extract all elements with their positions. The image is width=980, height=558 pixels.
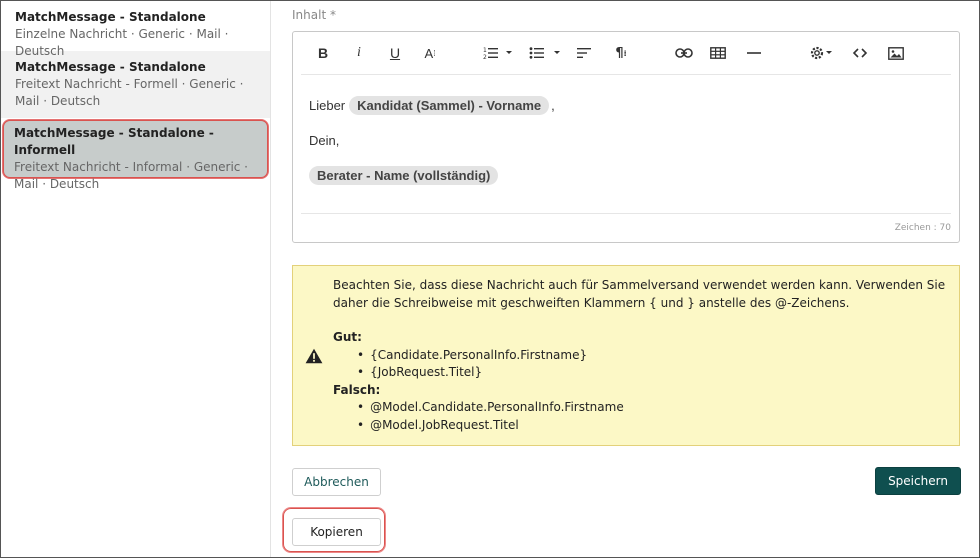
svg-text:2: 2: [483, 54, 487, 60]
list-item: @Model.Candidate.PersonalInfo.Firstname: [357, 399, 953, 417]
app-window: MatchMessage - Standalone Einzelne Nachr…: [0, 0, 980, 558]
underline-icon[interactable]: U: [387, 43, 403, 63]
list-item: {JobRequest.Titel}: [357, 364, 953, 382]
greeting-text: Lieber: [309, 98, 346, 113]
align-icon[interactable]: [577, 43, 593, 63]
list-item: {Candidate.PersonalInfo.Firstname}: [357, 347, 953, 365]
template-item-selected[interactable]: MatchMessage - Standalone - Informell Fr…: [3, 120, 268, 191]
code-view-icon[interactable]: [851, 43, 869, 63]
horizontal-rule-icon[interactable]: [747, 43, 761, 63]
good-label: Gut:: [333, 330, 362, 344]
warning-message: Beachten Sie, dass diese Nachricht auch …: [333, 278, 946, 310]
template-item[interactable]: MatchMessage - Standalone Freitext Nachr…: [1, 51, 270, 118]
ordered-list-icon[interactable]: 12: [483, 43, 513, 63]
warning-icon: [305, 348, 323, 367]
italic-icon[interactable]: i: [353, 43, 365, 63]
cancel-button[interactable]: Abbrechen: [292, 468, 381, 496]
placeholder-tag[interactable]: Kandidat (Sammel) - Vorname: [349, 96, 550, 115]
editor-toolbar: B i U A ⁞ 12 ¶ ⁞: [301, 32, 951, 75]
char-count: Zeichen : 70: [894, 223, 951, 233]
template-list: MatchMessage - Standalone Einzelne Nachr…: [1, 1, 271, 557]
bad-examples: @Model.Candidate.PersonalInfo.Firstname …: [333, 399, 953, 434]
bold-icon[interactable]: B: [315, 43, 331, 63]
warning-text: Beachten Sie, dass diese Nachricht auch …: [333, 277, 953, 434]
content-line: Dein,: [309, 123, 555, 158]
template-title: MatchMessage - Standalone: [15, 60, 206, 74]
content-label: Inhalt *: [292, 8, 336, 22]
paragraph-icon[interactable]: ¶ ⁞: [613, 43, 629, 63]
template-title: MatchMessage - Standalone - Informell: [14, 126, 214, 157]
sammelversand-warning: Beachten Sie, dass diese Nachricht auch …: [292, 265, 960, 446]
table-icon[interactable]: [709, 43, 727, 63]
settings-icon[interactable]: [809, 43, 833, 63]
template-subtitle: Freitext Nachricht - Informal · Generic …: [14, 160, 248, 191]
image-icon[interactable]: [887, 43, 905, 63]
template-subtitle: Freitext Nachricht - Formell · Generic ·…: [15, 77, 244, 108]
editor-panel: Inhalt * B i U A ⁞ 12 ¶ ⁞ Lieber Kandida…: [271, 1, 979, 557]
good-examples: {Candidate.PersonalInfo.Firstname} {JobR…: [333, 347, 953, 382]
placeholder-tag[interactable]: Berater - Name (vollständig): [309, 166, 499, 185]
template-title: MatchMessage - Standalone: [15, 10, 206, 24]
rich-text-editor[interactable]: B i U A ⁞ 12 ¶ ⁞ Lieber Kandidat (Sammel…: [292, 31, 960, 243]
content-line: Berater - Name (vollständig): [309, 158, 555, 193]
editor-content[interactable]: Lieber Kandidat (Sammel) - Vorname , Dei…: [309, 88, 555, 193]
closing-text: Dein,: [309, 133, 340, 148]
list-item: @Model.JobRequest.Titel: [357, 417, 953, 435]
copy-button[interactable]: Kopieren: [292, 518, 381, 546]
bad-label: Falsch:: [333, 382, 381, 397]
template-item[interactable]: MatchMessage - Standalone Einzelne Nachr…: [1, 1, 270, 58]
svg-text:1: 1: [483, 47, 487, 54]
link-icon[interactable]: [675, 43, 693, 63]
font-size-icon[interactable]: A ⁞: [421, 43, 439, 63]
unordered-list-icon[interactable]: [529, 43, 561, 63]
comma-text: ,: [551, 98, 555, 113]
editor-footer: Zeichen : 70: [301, 213, 951, 242]
content-line: Lieber Kandidat (Sammel) - Vorname ,: [309, 88, 555, 123]
save-button[interactable]: Speichern: [875, 467, 961, 495]
